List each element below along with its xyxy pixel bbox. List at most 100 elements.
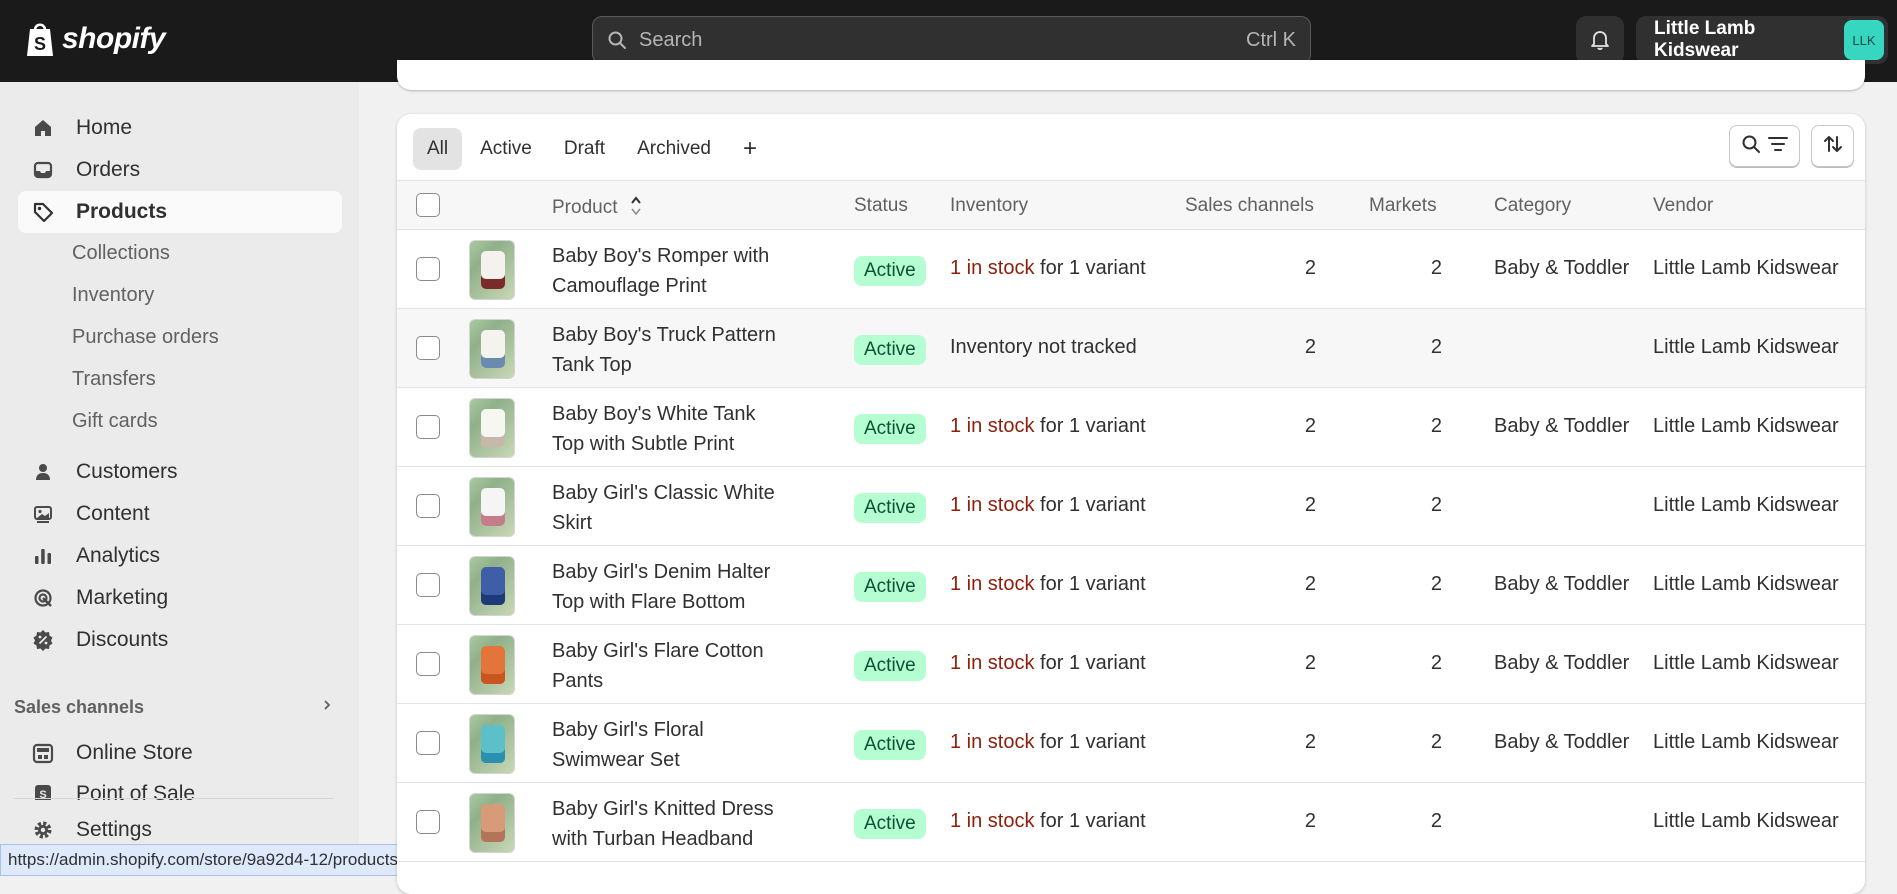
inventory-cell: 1 in stock for 1 variant xyxy=(950,810,1146,833)
sidebar-item-orders[interactable]: Orders xyxy=(18,149,342,191)
sales-channels-header[interactable]: Sales channels xyxy=(14,697,334,718)
vendor-cell: Little Lamb Kidswear xyxy=(1653,415,1839,437)
tab-draft[interactable]: Draft xyxy=(550,128,619,170)
table-row[interactable]: Baby Girl's Denim Halter Top with Flare … xyxy=(397,546,1865,625)
row-checkbox[interactable] xyxy=(416,573,440,597)
table-row[interactable]: Baby Girl's Knitted Dress with Turban He… xyxy=(397,783,1865,862)
sidebar-item-point-of-sale[interactable]: S Point of Sale xyxy=(18,774,342,800)
table-header: Product Status Inventory Sales channels … xyxy=(397,180,1865,230)
search-icon xyxy=(607,30,627,50)
table-row[interactable]: Baby Boy's White Tank Top with Subtle Pr… xyxy=(397,388,1865,467)
markets-count: 2 xyxy=(1430,336,1442,358)
sidebar-subitem-gift-cards[interactable]: Gift cards xyxy=(72,410,158,433)
product-thumbnail[interactable] xyxy=(469,319,515,379)
search-input[interactable]: Search Ctrl K xyxy=(592,16,1311,64)
inventory-cell: 1 in stock for 1 variant xyxy=(950,731,1146,754)
table-row[interactable]: Baby Boy's Truck Pattern Tank Top Active I… xyxy=(397,309,1865,388)
product-name-link[interactable]: Baby Girl's Knitted Dress with Turban He… xyxy=(552,794,792,854)
column-header-inventory: Inventory xyxy=(950,195,1029,216)
sales-channels-label: Sales channels xyxy=(14,697,145,717)
sidebar-item-marketing[interactable]: Marketing xyxy=(18,577,342,619)
account-menu-button[interactable]: Little Lamb Kidswear LLK xyxy=(1636,16,1888,64)
sidebar-subitem-transfers[interactable]: Transfers xyxy=(72,368,156,391)
select-all-checkbox[interactable] xyxy=(416,193,440,217)
product-thumbnail[interactable] xyxy=(469,714,515,774)
sidebar-item-label: Customers xyxy=(76,460,178,483)
row-checkbox[interactable] xyxy=(416,257,440,281)
sidebar-item-analytics[interactable]: Analytics xyxy=(18,535,342,577)
discount-badge-icon xyxy=(32,629,54,651)
tab-all[interactable]: All xyxy=(413,128,463,170)
sidebar-item-discounts[interactable]: Discounts xyxy=(18,619,342,661)
chevron-right-icon xyxy=(320,698,334,717)
person-icon xyxy=(32,461,54,483)
product-name-link[interactable]: Baby Girl's Denim Halter Top with Flare … xyxy=(552,557,792,617)
brand-name: shopify xyxy=(62,22,166,55)
row-checkbox[interactable] xyxy=(416,810,440,834)
vendor-cell: Little Lamb Kidswear xyxy=(1653,573,1839,595)
product-name-link[interactable]: Baby Boy's Romper with Camouflage Print xyxy=(552,241,792,301)
row-checkbox[interactable] xyxy=(416,494,440,518)
search-filter-button[interactable] xyxy=(1729,125,1800,167)
markets-count: 2 xyxy=(1430,652,1442,674)
home-icon xyxy=(32,117,54,139)
tab-archived[interactable]: Archived xyxy=(623,128,725,170)
product-name-link[interactable]: Baby Boy's White Tank Top with Subtle Pr… xyxy=(552,399,792,459)
column-header-markets: Markets xyxy=(1369,195,1437,216)
table-row[interactable]: Baby Girl's Flare Cotton Pants Active 1 in… xyxy=(397,625,1865,704)
table-row[interactable]: Baby Girl's Classic White Skirt Active 1 i… xyxy=(397,467,1865,546)
sort-button[interactable] xyxy=(1811,125,1854,167)
content-image-icon xyxy=(32,503,54,525)
product-name-link[interactable]: Baby Boy's Truck Pattern Tank Top xyxy=(552,320,792,380)
inventory-cell: 1 in stock for 1 variant xyxy=(950,415,1146,438)
inventory-detail: for 1 variant xyxy=(1034,731,1146,753)
column-header-product[interactable]: Product xyxy=(552,195,643,219)
orders-inbox-icon xyxy=(32,159,54,181)
divider xyxy=(14,798,334,799)
inventory-detail: for 1 variant xyxy=(1034,494,1146,516)
vendor-cell: Little Lamb Kidswear xyxy=(1653,731,1839,753)
table-row[interactable]: Baby Boy's Romper with Camouflage Print A… xyxy=(397,230,1865,309)
column-header-status: Status xyxy=(854,195,908,216)
sidebar-item-label: Discounts xyxy=(76,628,169,651)
sidebar-item-home[interactable]: Home xyxy=(18,107,342,149)
row-checkbox[interactable] xyxy=(416,731,440,755)
vendor-cell: Little Lamb Kidswear xyxy=(1653,810,1839,832)
bell-icon xyxy=(1591,31,1609,50)
search-shortcut: Ctrl K xyxy=(1246,28,1296,51)
product-name-link[interactable]: Baby Girl's Classic White Skirt xyxy=(552,478,792,538)
sidebar-item-customers[interactable]: Customers xyxy=(18,451,342,493)
status-bar-url: https://admin.shopify.com/store/9a92d4-1… xyxy=(0,844,444,876)
sidebar-subitem-inventory[interactable]: Inventory xyxy=(72,284,154,307)
notifications-button[interactable] xyxy=(1576,16,1624,64)
product-thumbnail[interactable] xyxy=(469,556,515,616)
sidebar-subitem-collections[interactable]: Collections xyxy=(72,242,170,265)
tab-active[interactable]: Active xyxy=(466,128,546,170)
sales-channels-count: 2 xyxy=(1304,494,1316,516)
add-view-button[interactable]: + xyxy=(729,128,771,170)
status-badge: Active xyxy=(854,493,926,523)
sidebar-item-products[interactable]: Products xyxy=(18,191,342,233)
table-row[interactable]: Baby Girl's Floral Swimwear Set Active 1 i… xyxy=(397,704,1865,783)
sales-channels-count: 2 xyxy=(1304,573,1316,595)
shopify-bag-icon: S xyxy=(27,23,53,56)
product-thumbnail[interactable] xyxy=(469,635,515,695)
category-cell: Baby & Toddler xyxy=(1494,415,1630,437)
sidebar-item-online-store[interactable]: Online Store xyxy=(18,732,342,774)
product-thumbnail[interactable] xyxy=(469,240,515,300)
category-cell: Baby & Toddler xyxy=(1494,573,1630,595)
products-card: All Active Draft Archived + Product Stat… xyxy=(397,114,1865,894)
product-thumbnail[interactable] xyxy=(469,793,515,853)
status-badge: Active xyxy=(854,256,926,286)
product-thumbnail[interactable] xyxy=(469,477,515,537)
product-name-link[interactable]: Baby Girl's Floral Swimwear Set xyxy=(552,715,792,775)
row-checkbox[interactable] xyxy=(416,336,440,360)
sidebar-item-content[interactable]: Content xyxy=(18,493,342,535)
product-thumbnail[interactable] xyxy=(469,398,515,458)
shopify-logo[interactable]: S shopify xyxy=(24,20,166,58)
row-checkbox[interactable] xyxy=(416,415,440,439)
product-tag-icon xyxy=(32,201,54,223)
row-checkbox[interactable] xyxy=(416,652,440,676)
sidebar-subitem-purchase-orders[interactable]: Purchase orders xyxy=(72,326,219,349)
product-name-link[interactable]: Baby Girl's Flare Cotton Pants xyxy=(552,636,792,696)
